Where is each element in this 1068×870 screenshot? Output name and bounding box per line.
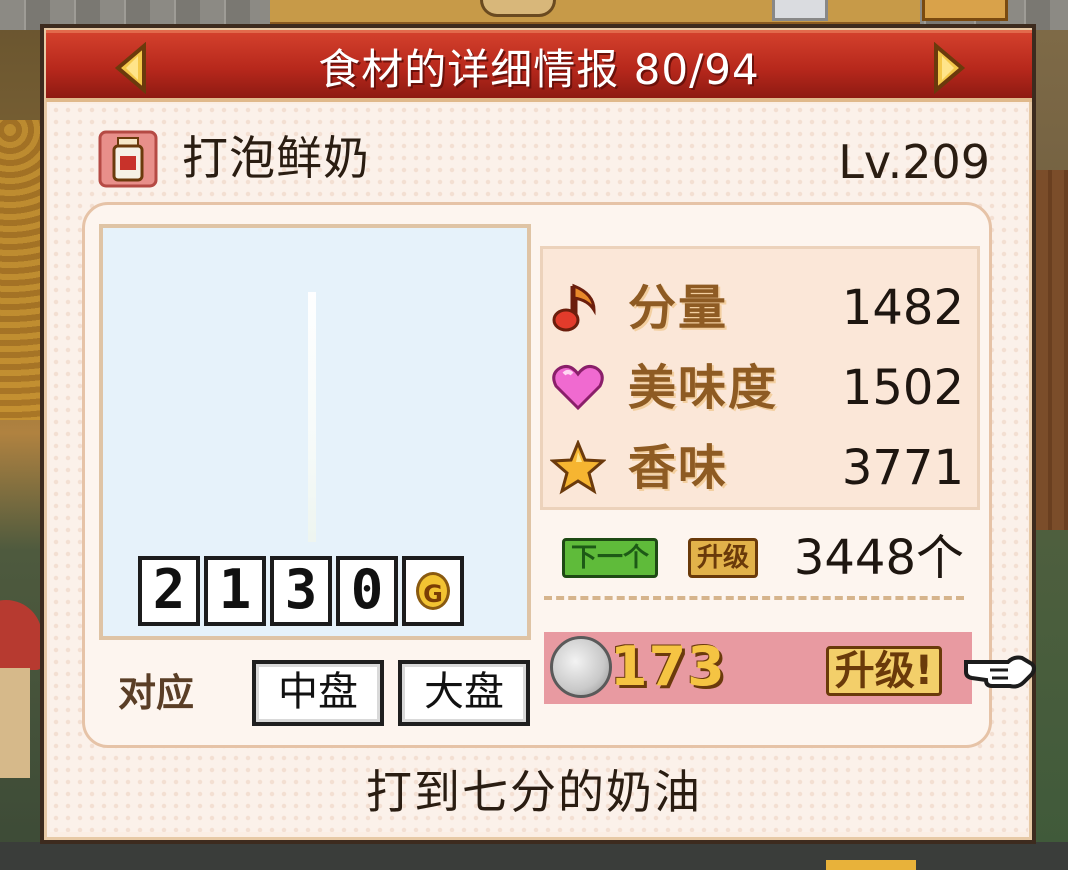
whipped-milk-stream	[308, 292, 316, 542]
background-fence	[1036, 170, 1068, 530]
price-digit: 1	[204, 556, 266, 626]
medium-plate-button[interactable]: 中盘	[252, 660, 384, 726]
upgrade-cost: 173	[610, 635, 726, 698]
background-pot	[772, 0, 828, 21]
background-floor-item	[826, 860, 916, 870]
previous-arrow-icon[interactable]	[108, 41, 158, 95]
price-digit: 3	[270, 556, 332, 626]
title-bar: 食材的详细情报 80/94	[46, 30, 1032, 102]
milk-bottle-icon	[98, 130, 158, 188]
stat-row-taste: 美味度 1502	[550, 358, 970, 418]
upgrade-label: 升级!	[825, 646, 942, 696]
star-icon	[549, 439, 607, 496]
pointing-hand-icon	[962, 644, 1038, 692]
background-tree	[0, 120, 42, 420]
music-note-icon	[550, 280, 606, 336]
stat-value-aroma: 3771	[841, 440, 964, 496]
ingredient-description: 打到七分的奶油	[366, 765, 702, 819]
next-level-requirement: 下一个 升级 3448个	[560, 528, 970, 588]
background-bowl	[480, 0, 556, 17]
next-level-badge: 下一个	[562, 538, 659, 578]
background-crate	[922, 0, 1008, 21]
ingredient-level: Lv.209	[838, 135, 990, 189]
panel-title: 食材的详细情报 80/94	[318, 45, 760, 94]
upgrade-requirement-badge: 升级	[688, 538, 759, 578]
heart-icon	[550, 360, 606, 416]
silver-coin-icon	[550, 636, 612, 698]
stat-row-aroma: 香味 3771	[549, 438, 970, 498]
ingredient-name: 打泡鲜奶	[182, 131, 370, 185]
stat-row-amount: 分量 1482	[550, 278, 970, 338]
required-count: 3448个	[793, 530, 964, 586]
next-arrow-icon[interactable]	[924, 41, 974, 95]
price-digit: 2	[138, 556, 200, 626]
large-plate-button[interactable]: 大盘	[398, 660, 530, 726]
gold-currency-icon: G	[402, 556, 464, 626]
stat-label-taste: 美味度	[628, 360, 779, 416]
divider	[544, 596, 964, 600]
stat-value-amount: 1482	[841, 280, 964, 336]
gold-coin-symbol: G	[416, 572, 450, 610]
stat-value-taste: 1502	[841, 360, 964, 416]
compatibility-label: 对应	[118, 671, 195, 715]
stat-label-amount: 分量	[628, 280, 729, 336]
stat-label-aroma: 香味	[628, 440, 729, 496]
price-digit: 0	[336, 556, 398, 626]
upgrade-button[interactable]: 173 升级!	[544, 632, 972, 704]
ingredient-price: 2 1 3 0 G	[138, 556, 464, 626]
